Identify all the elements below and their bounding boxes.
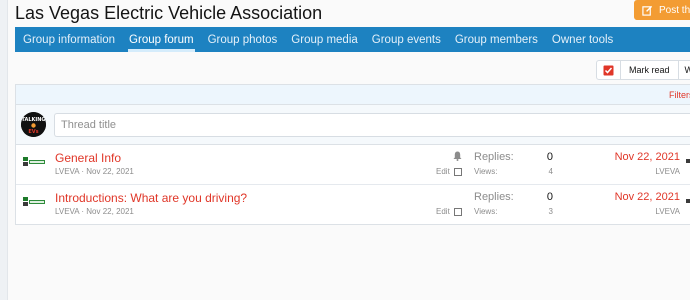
tab-group-forum[interactable]: Group forum	[122, 27, 201, 52]
last-post-date[interactable]: Nov 22, 2021	[586, 191, 680, 203]
thread-title-link[interactable]: Introductions: What are you driving?	[55, 191, 247, 205]
tab-group-members[interactable]: Group members	[448, 27, 545, 52]
thread-list: Filters TALKING EVs General Info LV	[15, 84, 690, 225]
filter-bar: Filters	[16, 85, 690, 105]
replies-count: 0	[546, 151, 553, 163]
left-edge-panel	[0, 0, 8, 300]
tab-group-events[interactable]: Group events	[365, 27, 448, 52]
talking-evs-avatar: TALKING EVs	[21, 112, 46, 137]
last-post-date[interactable]: Nov 22, 2021	[586, 151, 680, 163]
last-post-user[interactable]: LVEVA	[586, 167, 680, 176]
bell-icon	[453, 151, 462, 161]
filters-button[interactable]: Filters	[669, 90, 690, 100]
select-toggle-button[interactable]	[597, 61, 621, 79]
edit-control[interactable]: Edit	[436, 207, 462, 216]
watch-button[interactable]: Watch	[679, 61, 690, 79]
replies-label: Replies:	[474, 151, 514, 163]
last-poster-avatar	[686, 199, 690, 203]
views-label: Views:	[474, 167, 498, 176]
lveva-logo-icon	[23, 157, 45, 166]
table-row[interactable]: General Info LVEVA · Nov 22, 2021 Edit R…	[16, 145, 690, 185]
thread-meta: LVEVA · Nov 22, 2021	[55, 167, 134, 176]
quick-thread-row: TALKING EVs	[16, 105, 690, 145]
replies-label: Replies:	[474, 191, 514, 203]
tab-group-information[interactable]: Group information	[15, 27, 122, 52]
select-checkbox[interactable]	[453, 207, 462, 216]
table-row[interactable]: Introductions: What are you driving? LVE…	[16, 185, 690, 225]
thread-title-input[interactable]	[54, 113, 690, 137]
tab-group-media[interactable]: Group media	[284, 27, 364, 52]
replies-count: 0	[546, 191, 553, 203]
views-count: 3	[548, 207, 553, 216]
views-count: 4	[548, 167, 553, 176]
forum-actions: Mark read Watch	[596, 60, 690, 80]
post-thread-button[interactable]: Post thread	[634, 0, 690, 20]
select-checkbox[interactable]	[453, 167, 462, 176]
group-nav: Group information Group forum Group phot…	[15, 27, 690, 52]
checkbox-checked-icon	[603, 65, 614, 75]
page: Las Vegas Electric Vehicle Association P…	[0, 0, 690, 300]
edit-label: Edit	[436, 207, 450, 216]
thread-title-link[interactable]: General Info	[55, 151, 121, 165]
mark-read-button[interactable]: Mark read	[621, 61, 679, 79]
page-title: Las Vegas Electric Vehicle Association	[15, 3, 323, 23]
last-post-user[interactable]: LVEVA	[586, 207, 680, 216]
talking-evs-logo: TALKING EVs	[21, 112, 46, 137]
svg-text:EVs: EVs	[28, 129, 38, 135]
edit-control[interactable]: Edit	[436, 167, 462, 176]
post-thread-label: Post thread	[659, 4, 690, 16]
compose-icon	[642, 5, 653, 16]
tab-owner-tools[interactable]: Owner tools	[545, 27, 620, 52]
edit-label: Edit	[436, 167, 450, 176]
lveva-logo-icon	[23, 197, 45, 206]
thread-meta: LVEVA · Nov 22, 2021	[55, 207, 134, 216]
last-poster-avatar	[686, 159, 690, 163]
svg-text:TALKING: TALKING	[21, 117, 45, 123]
tab-group-photos[interactable]: Group photos	[201, 27, 285, 52]
views-label: Views:	[474, 207, 498, 216]
